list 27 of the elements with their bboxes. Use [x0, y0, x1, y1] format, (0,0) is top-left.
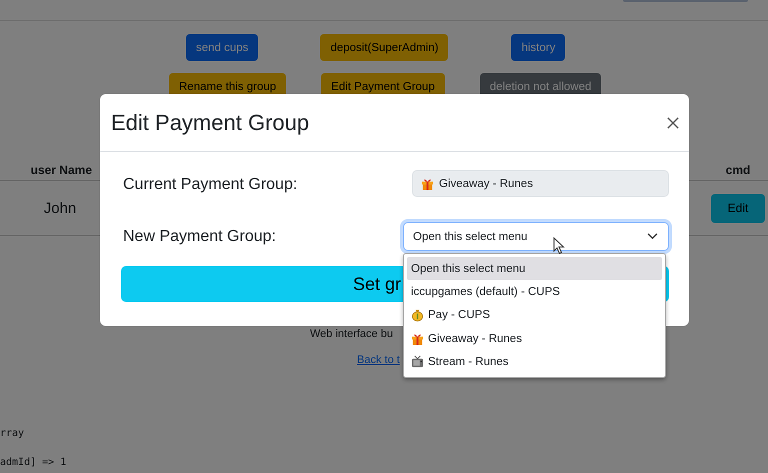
edit-button[interactable]: Edit	[710, 194, 766, 222]
dialog-title: Edit Payment Group	[111, 110, 310, 136]
column-header: user Name	[30, 163, 92, 177]
current-group-field: Giveaway - Runes	[412, 170, 669, 197]
group-select[interactable]: Open this select menu	[403, 222, 669, 251]
field-label: New Payment Group:	[122, 227, 276, 246]
debug-text: rray	[0, 428, 26, 439]
gift-icon	[421, 176, 434, 190]
chevron-down-icon	[647, 233, 658, 240]
column-header: cmd	[724, 163, 752, 177]
dropdown-option[interactable]: Giveaway - Runes	[407, 327, 662, 351]
money-bag-icon	[411, 308, 424, 322]
footer-text: Web interface bu	[310, 328, 393, 340]
close-icon[interactable]	[667, 116, 679, 128]
dropdown-option[interactable]: Open this select menu	[407, 257, 662, 280]
back-link[interactable]: Back to t	[357, 354, 400, 366]
tv-icon	[411, 355, 424, 370]
dropdown-option[interactable]: iccupgames (default) - CUPS	[407, 280, 662, 304]
field-label: Current Payment Group:	[122, 175, 298, 194]
debug-text: admId] => 1	[0, 457, 68, 468]
table-cell-text: John	[42, 200, 78, 216]
dropdown-option[interactable]: Stream - Runes	[407, 350, 662, 374]
action-button[interactable]: deposit(SuperAdmin)	[320, 34, 448, 61]
gift-icon	[411, 332, 424, 346]
dropdown-option[interactable]: Pay - CUPS	[407, 304, 662, 328]
action-button[interactable]: history	[511, 34, 566, 61]
action-button[interactable]: send cups	[186, 34, 258, 61]
